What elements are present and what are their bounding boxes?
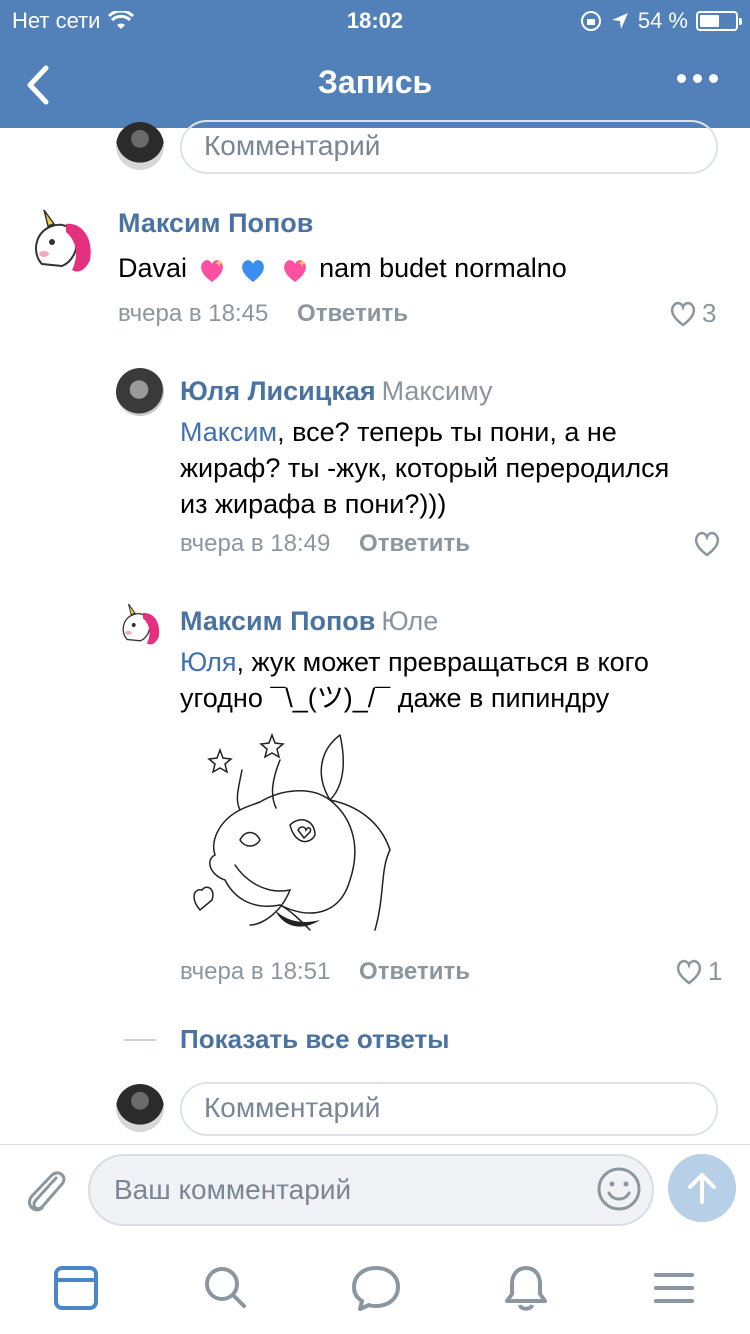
- like-button[interactable]: 3: [668, 298, 716, 329]
- author-name[interactable]: Максим Попов: [180, 606, 375, 636]
- comment-meta: вчера в 18:45 Ответить: [118, 300, 408, 328]
- sparkling-heart-icon: [200, 258, 223, 282]
- comment-input[interactable]: Комментарий: [180, 1082, 718, 1136]
- heart-icon: [676, 959, 702, 985]
- battery-label: 54 %: [637, 8, 688, 33]
- reply-to: Максиму: [381, 376, 493, 406]
- location-icon: [611, 13, 628, 29]
- comment-line: , все? теперь ты пони, а не: [277, 417, 617, 447]
- avatar[interactable]: [116, 368, 164, 416]
- comment-time: вчера в 18:45: [118, 300, 269, 327]
- composer-input[interactable]: Ваш комментарий: [88, 1154, 654, 1226]
- reply-button[interactable]: Ответить: [359, 530, 470, 557]
- tab-bar: [0, 1240, 750, 1334]
- tab-search-icon[interactable]: [198, 1260, 254, 1316]
- comment-input[interactable]: Комментарий: [180, 120, 718, 174]
- rotation-lock-icon: [580, 11, 601, 31]
- blue-heart-icon: [242, 259, 264, 282]
- comment-author[interactable]: Максим Попов: [118, 208, 313, 239]
- dragon-sticker[interactable]: [180, 730, 400, 940]
- tab-menu-icon[interactable]: [646, 1260, 702, 1316]
- comment-author[interactable]: Максим Попов Юле: [180, 606, 438, 637]
- comment-line: , жук может превращаться в кого: [236, 647, 649, 677]
- top-bar: Нет сети 18:02 54 % Запись: [0, 0, 750, 128]
- like-button[interactable]: 1: [674, 956, 722, 987]
- heart-icon: [670, 301, 696, 327]
- divider: [0, 1144, 750, 1145]
- page-title: Запись: [317, 64, 433, 100]
- comment-text: Максим, все? теперь ты пони, а не жираф?…: [180, 414, 720, 522]
- tab-messages-icon[interactable]: [348, 1260, 404, 1316]
- avatar: [116, 122, 164, 170]
- status-bar: Нет сети 18:02 54 %: [0, 6, 750, 36]
- like-button[interactable]: [692, 530, 722, 558]
- heart-icon: [694, 531, 720, 557]
- comment-text: Юля, жук может превращаться в кого угодн…: [180, 644, 720, 716]
- comment-meta: вчера в 18:51 Ответить: [180, 958, 470, 986]
- avatar: [116, 1084, 164, 1132]
- comment-time: вчера в 18:49: [180, 530, 331, 557]
- like-count: 3: [702, 298, 717, 328]
- sparkling-heart-icon: [283, 258, 306, 282]
- unicorn-avatar[interactable]: [22, 204, 98, 280]
- comment-line: угодно ¯\_(ツ)_/¯ даже в пипиндру: [180, 683, 610, 713]
- reply-button[interactable]: Ответить: [359, 958, 470, 985]
- reply-to: Юле: [381, 606, 439, 636]
- attach-icon[interactable]: [22, 1164, 68, 1216]
- comment-text-part: Davai: [118, 253, 188, 283]
- smiley-icon[interactable]: [596, 1166, 642, 1212]
- battery-icon: [696, 11, 742, 31]
- like-count: 1: [708, 956, 723, 986]
- reply-button[interactable]: Ответить: [297, 300, 408, 327]
- tab-notifications-icon[interactable]: [498, 1260, 554, 1316]
- show-all-replies-link[interactable]: Показать все ответы: [180, 1024, 449, 1055]
- comment-author[interactable]: Юля Лисицкая Максиму: [180, 376, 493, 407]
- mention-link[interactable]: Максим: [180, 417, 277, 447]
- comment-line: из жирафа в пони?))): [180, 489, 447, 519]
- more-button[interactable]: [677, 74, 718, 83]
- comment-meta: вчера в 18:49 Ответить: [180, 530, 470, 558]
- comment-text: Davai nam budet normalno: [118, 250, 567, 286]
- mention-link[interactable]: Юля: [180, 647, 236, 677]
- author-name[interactable]: Юля Лисицкая: [180, 376, 376, 406]
- separator-dash: [124, 1039, 156, 1041]
- send-button[interactable]: [668, 1154, 736, 1222]
- unicorn-avatar[interactable]: [114, 600, 164, 650]
- comment-text-part: nam budet normalno: [319, 253, 567, 283]
- arrow-up-icon: [688, 1173, 716, 1204]
- comment-line: жираф? ты -жук, который переродился: [180, 453, 670, 483]
- comment-time: вчера в 18:51: [180, 958, 331, 985]
- tab-news-icon[interactable]: [48, 1260, 104, 1316]
